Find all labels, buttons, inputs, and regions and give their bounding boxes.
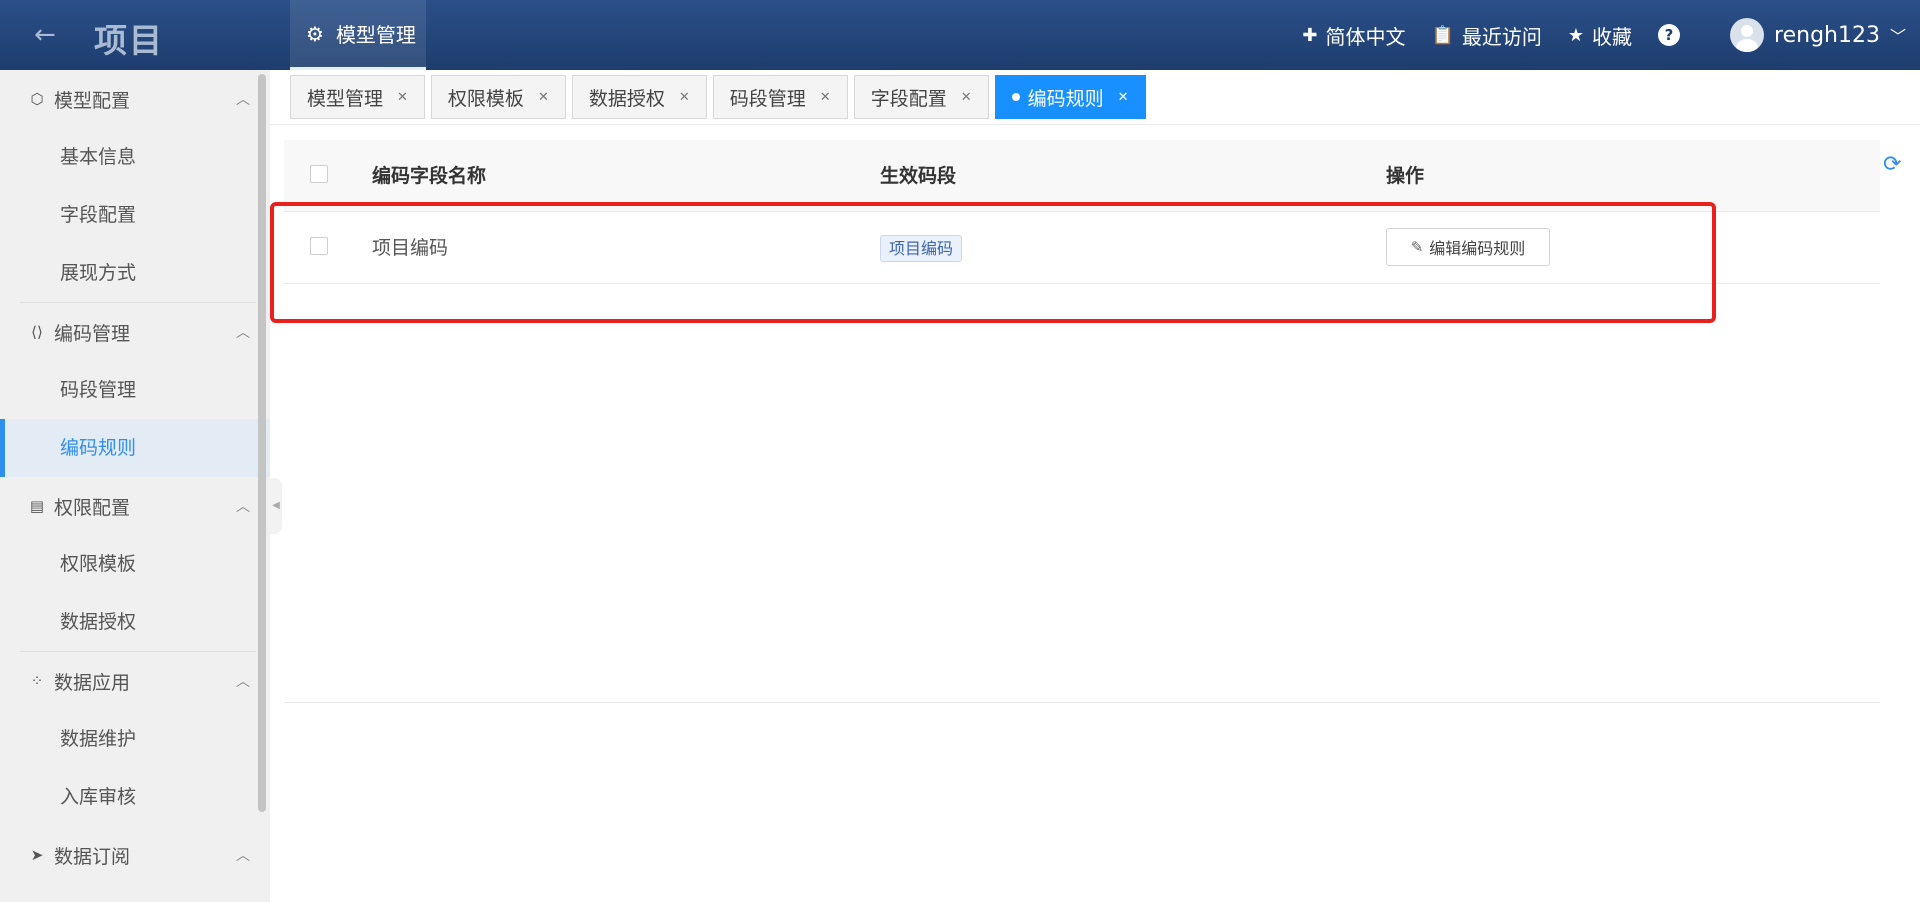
tabs-divider (270, 124, 1920, 125)
sidebar-item-permission-template[interactable]: 权限模板 (0, 535, 270, 593)
tab-label: 模型管理 (307, 87, 384, 110)
edit-code-rule-button[interactable]: ✎ 编辑编码规则 (1386, 228, 1550, 266)
column-header-name: 编码字段名称 (372, 165, 487, 187)
sidebar-item-code-rules[interactable]: 编码规则 (0, 419, 270, 477)
edit-button-label: 编辑编码规则 (1429, 239, 1526, 258)
back-arrow-icon[interactable]: ← (34, 20, 64, 50)
chevron-up-icon: ︿ (236, 848, 250, 864)
page-tabs: 模型管理 ✕ 权限模板 ✕ 数据授权 ✕ 码段管理 ✕ 字段配置 ✕ 编码规则 … (290, 75, 1152, 119)
tab-label: 权限模板 (447, 87, 524, 110)
chevron-up-icon: ︿ (236, 674, 250, 690)
user-menu[interactable]: rengh123 ﹀ (1730, 18, 1906, 52)
chevron-down-icon: ﹀ (1889, 27, 1906, 46)
sidebar-group-label: 编码管理 (54, 322, 131, 345)
chevron-up-icon: ︿ (236, 325, 250, 341)
table-header: 编码字段名称 生效码段 操作 (284, 140, 1880, 212)
header-actions: ✚ 简体中文 📋 最近访问 ★ 收藏 ? rengh123 ﹀ (1302, 0, 1920, 70)
tab-permission-template[interactable]: 权限模板 ✕ (430, 75, 566, 119)
tab-data-authorization[interactable]: 数据授权 ✕ (571, 75, 707, 119)
sidebar-scrollbar[interactable] (258, 74, 266, 812)
top-nav-label: 模型管理 (335, 23, 416, 47)
avatar (1730, 18, 1765, 52)
close-icon[interactable]: ✕ (820, 90, 831, 105)
close-icon[interactable]: ✕ (961, 90, 972, 105)
recent-visits[interactable]: 📋 最近访问 (1431, 21, 1541, 50)
sidebar: ⬡ 模型配置 ︿ 基本信息 字段配置 展现方式 ⟨⟩ 编码管理 ︿ 码段管理 编… (0, 70, 270, 902)
sidebar-item-display-mode[interactable]: 展现方式 (0, 244, 270, 302)
sidebar-group-data-application[interactable]: ⁘ 数据应用 ︿ (0, 652, 270, 710)
recent-doc-icon: 📋 (1431, 24, 1454, 46)
tab-label: 编码规则 (1027, 87, 1104, 110)
language-switch[interactable]: ✚ 简体中文 (1302, 21, 1405, 50)
close-icon[interactable]: ✕ (538, 90, 549, 105)
language-icon: ✚ (1302, 24, 1318, 46)
row-checkbox[interactable] (310, 237, 328, 255)
language-label: 简体中文 (1325, 24, 1406, 49)
table-footer-divider (284, 702, 1880, 703)
sidebar-group-code-management[interactable]: ⟨⟩ 编码管理 ︿ (0, 303, 270, 361)
select-all-checkbox[interactable] (310, 165, 328, 183)
star-icon: ★ (1567, 24, 1585, 46)
username: rengh123 (1774, 22, 1880, 48)
permission-doc-icon: ▤ (29, 497, 45, 515)
sidebar-group-label: 数据订阅 (54, 845, 131, 868)
tab-label: 码段管理 (729, 87, 806, 110)
sidebar-group-label: 数据应用 (54, 671, 131, 694)
cube-icon: ⬡ (30, 90, 44, 108)
tab-label: 字段配置 (870, 87, 947, 110)
code-icon: ⟨⟩ (31, 323, 43, 341)
tab-field-config[interactable]: 字段配置 ✕ (853, 75, 989, 119)
chevron-up-icon: ︿ (236, 92, 250, 108)
top-header: ← 项目 ⚙ 模型管理 ✚ 简体中文 📋 最近访问 ★ 收藏 ? rengh12… (0, 0, 1920, 70)
sidebar-group-data-subscription[interactable]: ➤ 数据订阅 ︿ (0, 826, 270, 884)
table-row: 项目编码 项目编码 ✎ 编辑编码规则 (284, 212, 1880, 284)
sidebar-item-data-authorization[interactable]: 数据授权 (0, 593, 270, 651)
close-icon[interactable]: ✕ (679, 90, 690, 105)
send-icon: ➤ (30, 846, 44, 864)
close-icon[interactable]: ✕ (1118, 90, 1129, 105)
sidebar-item-field-config[interactable]: 字段配置 (0, 186, 270, 244)
chevron-up-icon: ︿ (236, 499, 250, 515)
sidebar-item-storage-review[interactable]: 入库审核 (0, 768, 270, 826)
tab-segment-management[interactable]: 码段管理 ✕ (712, 75, 848, 119)
tab-model-management[interactable]: 模型管理 ✕ (290, 75, 425, 119)
pencil-icon: ✎ (1410, 238, 1424, 256)
sidebar-collapse-handle[interactable]: ◀ (270, 478, 282, 534)
sidebar-item-data-maintenance[interactable]: 数据维护 (0, 710, 270, 768)
sidebar-group-permission-config[interactable]: ▤ 权限配置 ︿ (0, 477, 270, 535)
column-header-segment: 生效码段 (880, 165, 957, 187)
sidebar-item-segment-management[interactable]: 码段管理 (0, 361, 270, 419)
refresh-icon[interactable]: ⟳ (1883, 152, 1901, 177)
favorites[interactable]: ★ 收藏 (1568, 21, 1632, 50)
recent-label: 最近访问 (1461, 24, 1542, 49)
code-rules-table: 编码字段名称 生效码段 操作 项目编码 项目编码 ✎ 编辑编码规则 (284, 140, 1880, 284)
tab-code-rules[interactable]: 编码规则 ✕ (994, 75, 1146, 119)
favorites-label: 收藏 (1592, 24, 1633, 49)
sidebar-item-basic-info[interactable]: 基本信息 (0, 128, 270, 186)
help-icon[interactable]: ? (1658, 24, 1681, 46)
top-nav-model-management[interactable]: ⚙ 模型管理 (290, 0, 426, 70)
sidebar-group-model-config[interactable]: ⬡ 模型配置 ︿ (0, 70, 270, 128)
sidebar-group-label: 权限配置 (54, 496, 131, 519)
app-title: 项目 (94, 21, 164, 60)
sidebar-group-label: 模型配置 (54, 89, 131, 112)
gear-icon: ⚙ (306, 21, 324, 46)
segment-tag: 项目编码 (880, 235, 963, 262)
grid-apps-icon: ⁘ (30, 672, 44, 690)
tab-label: 数据授权 (588, 87, 665, 110)
cell-field-name: 项目编码 (372, 237, 449, 259)
close-icon[interactable]: ✕ (397, 90, 408, 105)
column-header-action: 操作 (1386, 165, 1425, 187)
active-dot-icon (1011, 93, 1020, 101)
